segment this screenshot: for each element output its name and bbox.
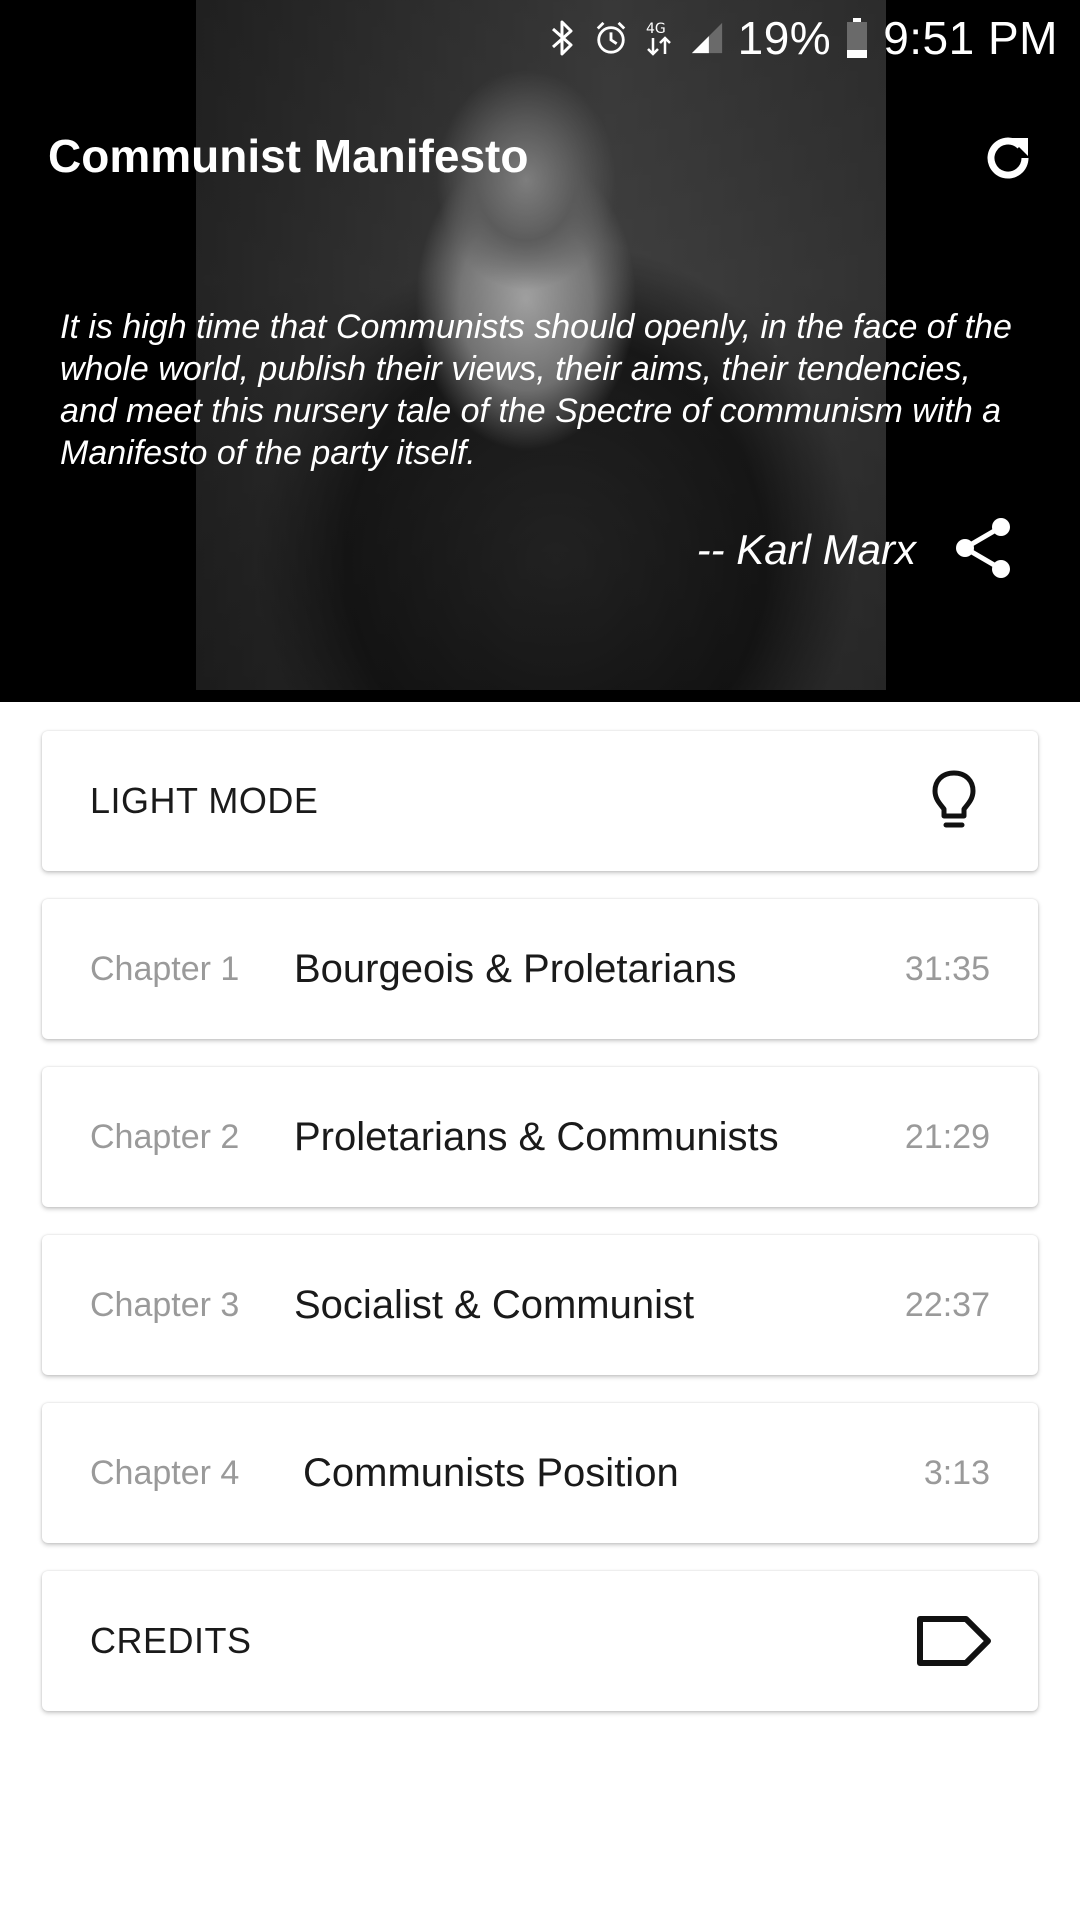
battery-icon: [845, 16, 869, 60]
chapter-4-item[interactable]: Chapter 4 Communists Position 3:13: [42, 1403, 1038, 1543]
svg-text:4G: 4G: [646, 21, 666, 37]
chapter-number: Chapter 1: [90, 949, 240, 988]
chapter-duration: 22:37: [904, 1285, 990, 1324]
chapter-title: Bourgeois & Proletarians: [294, 946, 737, 991]
chapter-duration: 3:13: [923, 1453, 990, 1492]
chapter-1-item[interactable]: Chapter 1 Bourgeois & Proletarians 31:35: [42, 899, 1038, 1039]
chapter-title: Proletarians & Communists: [294, 1114, 779, 1159]
quote-author: -- Karl Marx: [696, 526, 916, 573]
chapter-number: Chapter 2: [90, 1117, 240, 1156]
chapter-duration: 21:29: [904, 1117, 990, 1156]
refresh-icon: [987, 137, 1029, 179]
lightbulb-icon: [914, 761, 994, 841]
chapter-title: Socialist & Communist: [294, 1282, 695, 1327]
refresh-button[interactable]: [976, 126, 1040, 190]
share-icon: [956, 518, 1010, 578]
credits-item[interactable]: CREDITS: [42, 1571, 1038, 1711]
chapter-number: Chapter 3: [90, 1285, 240, 1324]
chapter-duration: 31:35: [904, 949, 990, 988]
header: 4G 19% 9:51 PM Communist Manifesto It is…: [0, 0, 1080, 702]
quote-text: It is high time that Communists should o…: [60, 308, 1012, 472]
signal-icon: [690, 16, 724, 60]
battery-percentage: 19%: [737, 12, 832, 64]
light-mode-label: LIGHT MODE: [90, 780, 319, 821]
4g-data-icon: 4G: [642, 16, 676, 60]
label-tag-icon: [914, 1601, 994, 1681]
bluetooth-icon: [546, 16, 580, 60]
share-button[interactable]: [948, 512, 1020, 584]
app-title: Communist Manifesto: [48, 130, 529, 182]
light-mode-toggle[interactable]: LIGHT MODE: [42, 731, 1038, 871]
chapter-2-item[interactable]: Chapter 2 Proletarians & Communists 21:2…: [42, 1067, 1038, 1207]
status-bar: 4G 19% 9:51 PM: [546, 8, 1058, 68]
chapter-3-item[interactable]: Chapter 3 Socialist & Communist 22:37: [42, 1235, 1038, 1375]
chapter-title: Communists Position: [303, 1450, 679, 1495]
clock: 9:51 PM: [883, 12, 1058, 64]
credits-label: CREDITS: [90, 1620, 252, 1661]
chapter-number: Chapter 4: [90, 1453, 240, 1492]
alarm-icon: [594, 16, 628, 60]
app-screen: 4G 19% 9:51 PM Communist Manifesto It is…: [0, 0, 1080, 1920]
